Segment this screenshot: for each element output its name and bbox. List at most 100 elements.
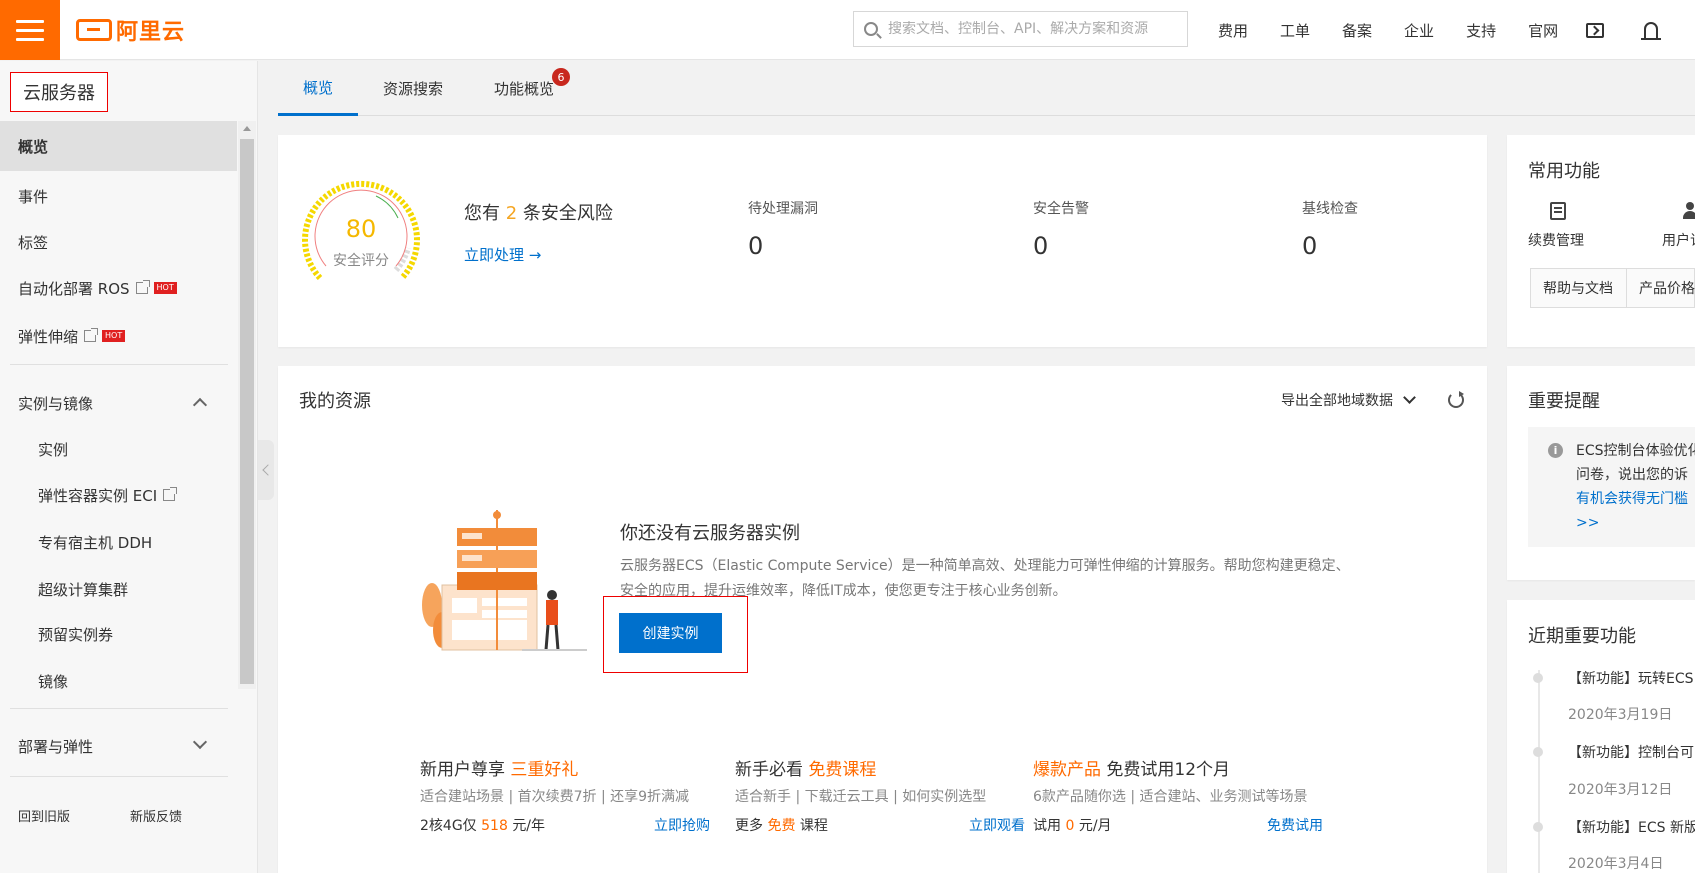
notice-line: ECS控制台体验优化 bbox=[1576, 443, 1695, 459]
promo-beginner-course: 新手必看 免费课程 适合新手 | 下载迁云工具 | 如何实例选型 更多 免费 课… bbox=[735, 755, 1025, 837]
aliyun-logo[interactable]: 阿里云 bbox=[76, 14, 185, 46]
promo-offer-text: 更多 bbox=[735, 818, 763, 834]
promo-title: 新手必看 免费课程 bbox=[735, 755, 1025, 781]
back-to-old-link[interactable]: 回到旧版 bbox=[18, 806, 70, 825]
stat-value-baseline[interactable]: 0 bbox=[1302, 232, 1317, 260]
promo-title-text: 新手必看 bbox=[735, 760, 803, 780]
nav-filing[interactable]: 备案 bbox=[1342, 20, 1372, 41]
export-all-regions-dropdown[interactable]: 导出全部地域数据 bbox=[1281, 390, 1416, 410]
sidebar-group-deploy-elastic[interactable]: 部署与弹性 bbox=[0, 721, 237, 771]
external-link-icon bbox=[163, 487, 178, 501]
chevron-up-icon bbox=[192, 397, 208, 413]
recent-feature-item[interactable]: 【新功能】玩转ECS bbox=[1568, 668, 1694, 688]
search-input[interactable] bbox=[888, 21, 1178, 37]
create-instance-button[interactable]: 创建实例 bbox=[619, 613, 722, 653]
promo-link-watch-now[interactable]: 立即观看 bbox=[969, 815, 1025, 835]
promo-offer: 2核4G仅 518 元/年 立即抢购 bbox=[420, 815, 710, 837]
notice-more-link[interactable]: >> bbox=[1576, 511, 1695, 535]
tab-overview[interactable]: 概览 bbox=[278, 61, 358, 116]
fn-renewal-management[interactable]: 续费管理 bbox=[1528, 230, 1584, 250]
logo-text: 阿里云 bbox=[116, 20, 186, 45]
nav-billing[interactable]: 费用 bbox=[1218, 20, 1248, 41]
menu-icon[interactable] bbox=[0, 0, 60, 60]
promo-title-text: 免费试用12个月 bbox=[1106, 760, 1231, 780]
promo-offer-text: 2核4G仅 bbox=[420, 818, 477, 834]
sidebar-item-label: 弹性伸缩 bbox=[18, 327, 79, 346]
sidebar-item-reserved[interactable]: 预留实例券 bbox=[0, 609, 237, 659]
scroll-up-arrow-icon[interactable] bbox=[243, 126, 251, 131]
tab-product-price[interactable]: 产品价格 bbox=[1626, 268, 1695, 308]
nav-official-site[interactable]: 官网 bbox=[1528, 20, 1558, 41]
promo-title: 新用户尊享 三重好礼 bbox=[420, 755, 710, 781]
promo-link-free-trial[interactable]: 免费试用 bbox=[1267, 815, 1323, 835]
user-icon[interactable] bbox=[1683, 202, 1695, 220]
sidebar-scrollbar[interactable] bbox=[238, 121, 256, 689]
promo-title-highlight: 免费课程 bbox=[808, 760, 877, 780]
terminal-icon[interactable] bbox=[1586, 22, 1605, 38]
stat-value-alerts[interactable]: 0 bbox=[1033, 232, 1048, 260]
scrollbar-thumb[interactable] bbox=[240, 139, 254, 684]
sidebar-item-eci[interactable]: 弹性容器实例 ECI bbox=[0, 470, 237, 520]
export-label: 导出全部地域数据 bbox=[1281, 393, 1393, 409]
sidebar-item-instances[interactable]: 实例 bbox=[0, 424, 237, 474]
sidebar-item-images[interactable]: 镜像 bbox=[0, 656, 237, 706]
nav-support[interactable]: 支持 bbox=[1466, 20, 1496, 41]
chevron-down-icon bbox=[192, 734, 208, 750]
bell-icon[interactable] bbox=[1641, 22, 1662, 40]
sidebar-item-label: 标签 bbox=[18, 233, 49, 252]
sidebar-item-label: 实例 bbox=[38, 440, 69, 459]
sidebar-item-events[interactable]: 事件 bbox=[0, 171, 237, 221]
promo-offer-highlight: 免费 bbox=[767, 818, 796, 834]
refresh-icon[interactable] bbox=[1448, 391, 1464, 408]
promo-title-highlight: 三重好礼 bbox=[510, 760, 579, 780]
top-nav: 费用 工单 备案 企业 支持 官网 bbox=[1218, 0, 1662, 60]
sidebar-menu: 概览 事件 标签 自动化部署 ROS HOT 弹性伸缩 HOT 实例与镜像 实例 弹… bbox=[0, 121, 258, 873]
renewal-icon[interactable] bbox=[1550, 202, 1566, 220]
promo-subtitle: 6款产品随你选 | 适合建站、业务测试等场景 bbox=[1033, 789, 1308, 805]
timeline-dot bbox=[1533, 822, 1543, 832]
promo-offer-unit: 元/月 bbox=[1078, 818, 1112, 834]
stat-label-vulnerabilities: 待处理漏洞 bbox=[748, 201, 818, 217]
promo-offer: 试用 0 元/月 免费试用 bbox=[1033, 815, 1323, 837]
sidebar-item-ros[interactable]: 自动化部署 ROS HOT bbox=[0, 263, 237, 313]
tab-feature-overview[interactable]: 功能概览 bbox=[494, 61, 554, 116]
nav-tickets[interactable]: 工单 bbox=[1280, 20, 1310, 41]
sidebar-item-tags[interactable]: 标签 bbox=[0, 217, 237, 267]
notice-link[interactable]: 有机会获得无门槛 bbox=[1576, 487, 1695, 511]
promo-title: 爆款产品 免费试用12个月 bbox=[1033, 755, 1323, 781]
stat-value-vulnerabilities[interactable]: 0 bbox=[748, 232, 763, 260]
promo-title-text: 新用户尊享 bbox=[420, 760, 505, 780]
sidebar-item-label: 专有宿主机 DDH bbox=[38, 533, 153, 552]
security-score: 80 bbox=[345, 215, 377, 243]
sidebar-group-instances-images[interactable]: 实例与镜像 bbox=[0, 378, 237, 428]
tab-resource-search[interactable]: 资源搜索 bbox=[383, 61, 443, 116]
feedback-link[interactable]: 新版反馈 bbox=[130, 806, 182, 825]
promo-link-buy-now[interactable]: 立即抢购 bbox=[654, 815, 710, 835]
important-notice-title: 重要提醒 bbox=[1528, 391, 1600, 412]
tab-help-docs[interactable]: 帮助与文档 bbox=[1530, 268, 1627, 308]
sidebar-collapse-handle[interactable] bbox=[258, 440, 274, 500]
handle-now-link[interactable]: 立即处理 → bbox=[464, 244, 541, 265]
sidebar-item-autoscaling[interactable]: 弹性伸缩 HOT bbox=[0, 311, 237, 361]
server-illustration bbox=[422, 510, 587, 651]
sidebar-item-label: 概览 bbox=[18, 137, 49, 156]
sidebar-item-label: 镜像 bbox=[38, 672, 69, 691]
promo-offer: 更多 免费 课程 立即观看 bbox=[735, 815, 1025, 837]
sidebar-item-label: 超级计算集群 bbox=[38, 580, 129, 599]
fn-user[interactable]: 用户订 bbox=[1662, 230, 1695, 250]
sidebar-item-overview[interactable]: 概览 bbox=[0, 121, 237, 171]
nav-enterprise[interactable]: 企业 bbox=[1404, 20, 1434, 41]
sidebar-item-scc[interactable]: 超级计算集群 bbox=[0, 564, 237, 614]
sidebar-bottom-links: 回到旧版 新版反馈 bbox=[18, 806, 182, 825]
promo-new-user: 新用户尊享 三重好礼 适合建站场景 | 首次续费7折 | 还享9折满减 2核4G… bbox=[420, 755, 710, 837]
search-box[interactable] bbox=[853, 11, 1188, 47]
timeline-dot bbox=[1533, 747, 1543, 757]
empty-state-title: 你还没有云服务器实例 bbox=[620, 523, 800, 544]
recent-feature-item[interactable]: 【新功能】控制台可 bbox=[1568, 742, 1694, 762]
sidebar-item-ddh[interactable]: 专有宿主机 DDH bbox=[0, 517, 237, 567]
notice-text: ECS控制台体验优化 问卷，说出您的诉 有机会获得无门槛 >> bbox=[1576, 439, 1695, 535]
promo-offer-text: 试用 bbox=[1033, 818, 1061, 834]
recent-feature-item[interactable]: 【新功能】ECS 新版 bbox=[1568, 817, 1695, 837]
promo-offer-unit: 课程 bbox=[799, 818, 828, 834]
promo-subtitle: 适合新手 | 下载迁云工具 | 如何实例选型 bbox=[735, 789, 987, 805]
